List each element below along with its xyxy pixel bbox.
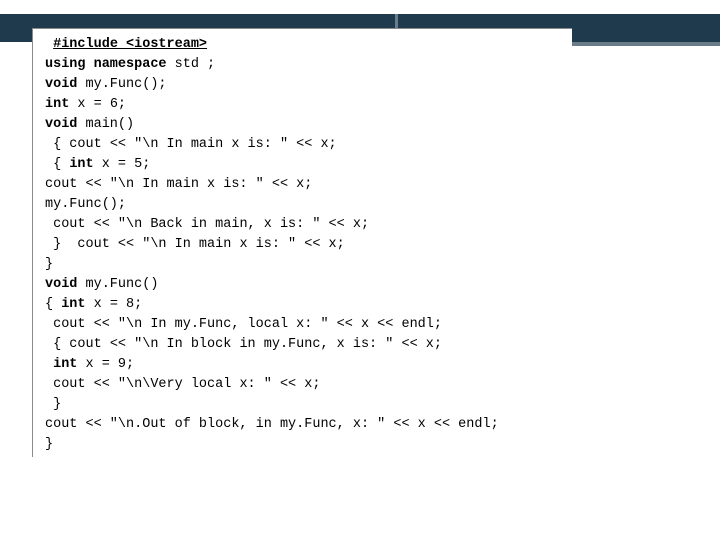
- code-text: { cout << "\n In block in my.Func, x is:…: [53, 337, 442, 352]
- code-line: cout << "\n Back in main, x is: " << x;: [45, 215, 566, 235]
- code-line: cout << "\n In main x is: " << x;: [45, 175, 566, 195]
- keyword: int: [53, 357, 77, 372]
- code-text: cout << "\n\Very local x: " << x;: [53, 377, 320, 392]
- code-line: { cout << "\n In block in my.Func, x is:…: [45, 335, 566, 355]
- code-line: } cout << "\n In main x is: " << x;: [45, 235, 566, 255]
- code-line: cout << "\n In my.Func, local x: " << x …: [45, 315, 566, 335]
- code-text: x = 9;: [77, 357, 134, 372]
- code-text: {: [53, 157, 69, 172]
- code-text: { cout << "\n In main x is: " << x;: [53, 137, 337, 152]
- code-line: void main(): [45, 115, 566, 135]
- code-text: }: [53, 397, 61, 412]
- code-text: my.Func(): [77, 277, 158, 292]
- code-text: cout << "\n In main x is: " << x;: [45, 177, 312, 192]
- keyword: void: [45, 77, 77, 92]
- code-line: cout << "\n\Very local x: " << x;: [45, 375, 566, 395]
- code-line: { cout << "\n In main x is: " << x;: [45, 135, 566, 155]
- keyword: int: [45, 97, 69, 112]
- code-line: void my.Func(): [45, 275, 566, 295]
- code-line: #include <iostream>: [45, 35, 566, 55]
- code-text: x = 8;: [86, 297, 143, 312]
- code-line: my.Func();: [45, 195, 566, 215]
- code-line: }: [45, 255, 566, 275]
- code-line: int x = 9;: [45, 355, 566, 375]
- code-text: cout << "\n Back in main, x is: " << x;: [53, 217, 369, 232]
- code-text: std ;: [167, 57, 216, 72]
- code-text: x = 6;: [69, 97, 126, 112]
- code-text: cout << "\n.Out of block, in my.Func, x:…: [45, 417, 499, 432]
- code-text: main(): [77, 117, 134, 132]
- code-text: cout << "\n In my.Func, local x: " << x …: [53, 317, 442, 332]
- code-text: {: [45, 297, 61, 312]
- code-line: }: [45, 435, 566, 455]
- keyword: int: [61, 297, 85, 312]
- keyword: void: [45, 277, 77, 292]
- code-text: } cout << "\n In main x is: " << x;: [53, 237, 345, 252]
- slide-container: #include <iostream> using namespace std ;…: [0, 0, 720, 540]
- code-text: x = 5;: [94, 157, 151, 172]
- code-line: }: [45, 395, 566, 415]
- code-line: void my.Func();: [45, 75, 566, 95]
- code-line: { int x = 5;: [45, 155, 566, 175]
- code-line: cout << "\n.Out of block, in my.Func, x:…: [45, 415, 566, 435]
- code-line: { int x = 8;: [45, 295, 566, 315]
- code-listing: #include <iostream> using namespace std ;…: [45, 35, 566, 455]
- code-text: my.Func();: [45, 197, 126, 212]
- keyword: void: [45, 117, 77, 132]
- code-line: int x = 6;: [45, 95, 566, 115]
- code-text: my.Func();: [77, 77, 166, 92]
- code-text: }: [45, 437, 53, 452]
- code-content-box: #include <iostream> using namespace std ;…: [32, 28, 572, 457]
- keyword: int: [69, 157, 93, 172]
- preprocessor-directive: #include <iostream>: [53, 37, 207, 52]
- code-text: }: [45, 257, 53, 272]
- code-line: using namespace std ;: [45, 55, 566, 75]
- keyword: using namespace: [45, 57, 167, 72]
